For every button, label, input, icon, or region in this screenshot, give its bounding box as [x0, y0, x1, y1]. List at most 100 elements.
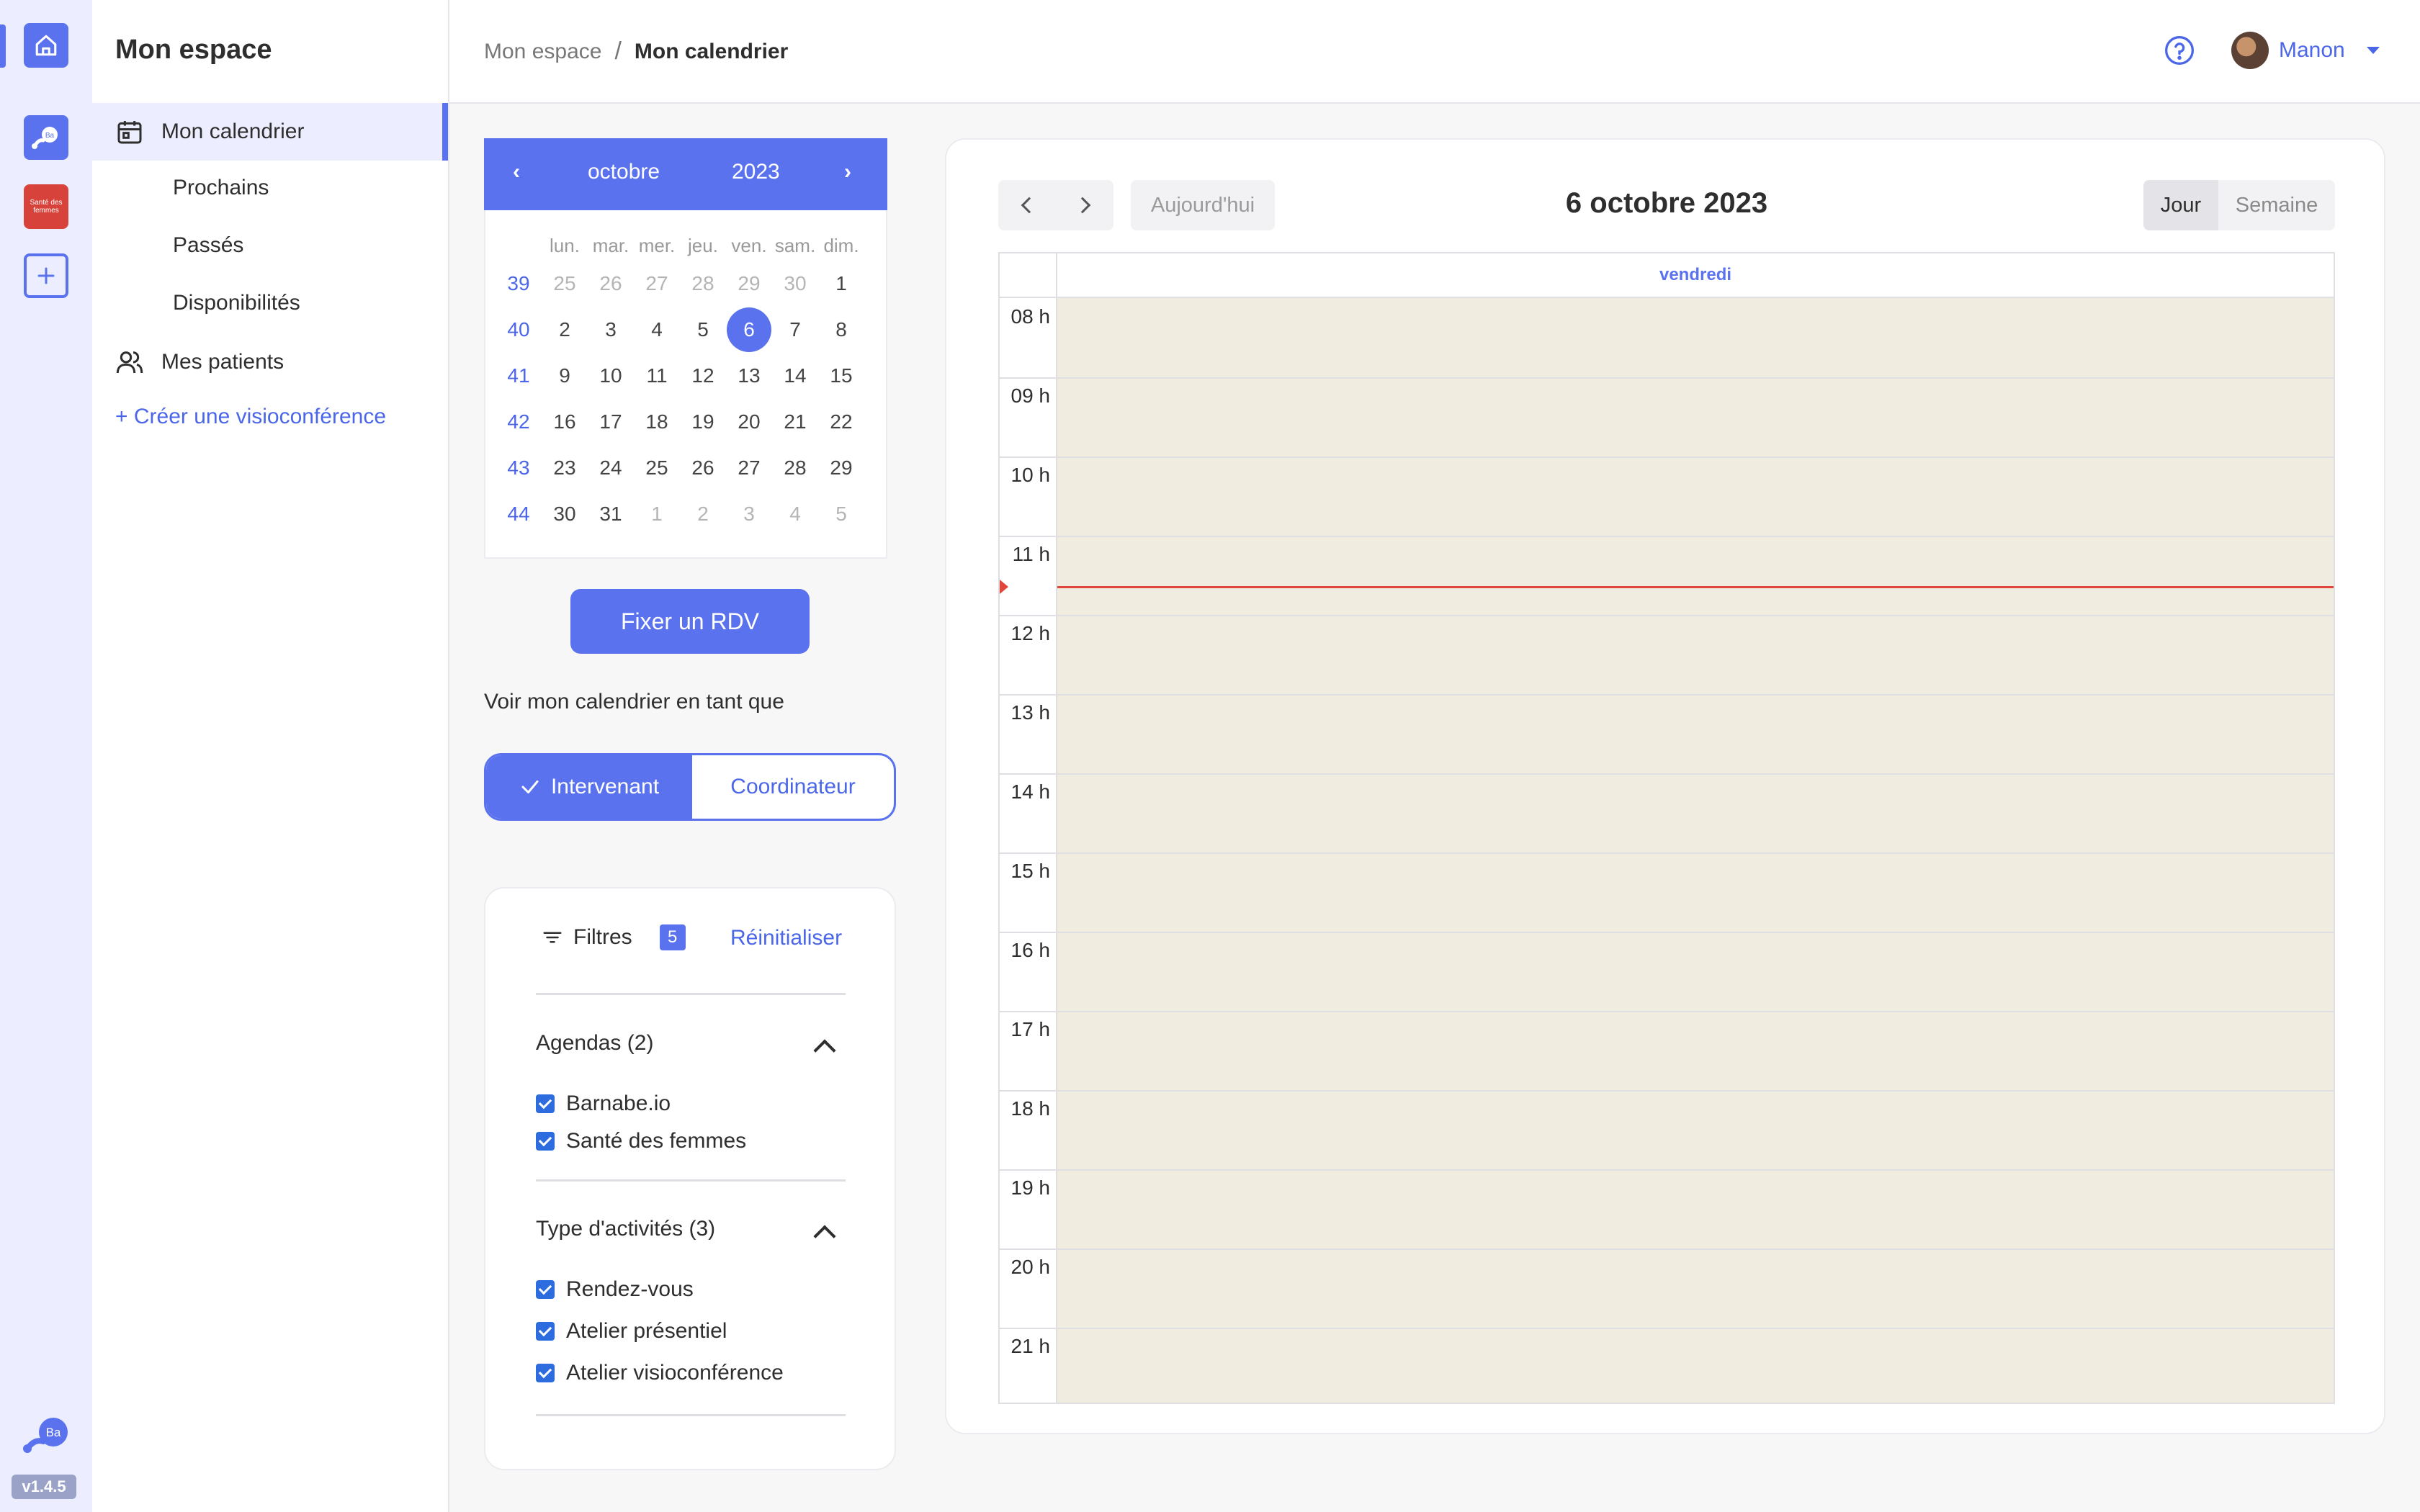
day-cell[interactable]: 29 — [818, 446, 864, 490]
week-number[interactable]: 43 — [496, 446, 542, 490]
day-cell[interactable]: 24 — [588, 446, 634, 490]
view-day-button[interactable]: Jour — [2143, 180, 2218, 230]
week-number[interactable]: 44 — [496, 492, 542, 536]
hour-divider — [1000, 932, 2334, 933]
week-number[interactable]: 41 — [496, 354, 542, 397]
day-cell[interactable]: 22 — [818, 400, 864, 444]
filter-option-sante-des-femmes[interactable]: Santé des femmes — [536, 1129, 746, 1153]
filter-option-barnabe[interactable]: Barnabe.io — [536, 1092, 671, 1116]
next-day-button[interactable] — [1056, 180, 1113, 230]
view-week-button[interactable]: Semaine — [2218, 180, 2335, 230]
day-cell[interactable]: 27 — [634, 262, 680, 305]
day-cell[interactable]: 5 — [818, 492, 864, 536]
day-cell[interactable]: 25 — [542, 262, 588, 305]
day-cell[interactable]: 2 — [680, 492, 726, 536]
mini-calendar-month[interactable]: octobre — [588, 160, 660, 184]
day-cell[interactable]: 17 — [588, 400, 634, 444]
sidebar-item-mon-calendrier[interactable]: Mon calendrier — [92, 103, 448, 161]
day-cell[interactable]: 21 — [772, 400, 818, 444]
fixer-rdv-button[interactable]: Fixer un RDV — [570, 589, 810, 654]
section-agendas-title[interactable]: Agendas (2) — [536, 1031, 653, 1056]
day-cell[interactable]: 11 — [634, 354, 680, 397]
day-cell[interactable]: 16 — [542, 400, 588, 444]
mini-calendar-year[interactable]: 2023 — [732, 160, 780, 184]
version-badge: v1.4.5 — [12, 1475, 76, 1499]
day-cell[interactable]: 7 — [772, 308, 818, 351]
breadcrumb-mon-espace[interactable]: Mon espace — [484, 40, 601, 64]
day-cell[interactable]: 4 — [634, 308, 680, 351]
sidebar-item-mes-patients[interactable]: Mes patients — [92, 333, 448, 391]
week-number[interactable]: 39 — [496, 262, 542, 305]
day-number: 11 — [646, 364, 668, 387]
day-cell[interactable]: 26 — [588, 262, 634, 305]
day-cell[interactable]: 27 — [726, 446, 772, 490]
checkbox-checked[interactable] — [536, 1322, 555, 1341]
day-cell[interactable]: 3 — [588, 308, 634, 351]
sidebar: Mon espace Mon calendrier Prochains Pass… — [92, 0, 449, 1512]
day-cell[interactable]: 30 — [542, 492, 588, 536]
create-visio-link[interactable]: + Créer une visioconférence — [115, 405, 386, 429]
day-cell[interactable]: 26 — [680, 446, 726, 490]
day-cell[interactable]: 6 — [726, 307, 772, 352]
day-cell[interactable]: 23 — [542, 446, 588, 490]
day-cell[interactable]: 4 — [772, 492, 818, 536]
day-cell[interactable]: 28 — [772, 446, 818, 490]
day-cell[interactable]: 25 — [634, 446, 680, 490]
day-cell[interactable]: 19 — [680, 400, 726, 444]
day-cell[interactable]: 31 — [588, 492, 634, 536]
sante-des-femmes-app-button[interactable]: Santé des femmes — [24, 184, 68, 229]
day-cell[interactable]: 5 — [680, 308, 726, 351]
user-menu[interactable]: Manon — [2231, 32, 2380, 69]
today-button[interactable]: Aujourd'hui — [1131, 180, 1275, 230]
checkbox-checked[interactable] — [536, 1094, 555, 1113]
day-cell[interactable]: 18 — [634, 400, 680, 444]
section-activites-title[interactable]: Type d'activités (3) — [536, 1217, 715, 1241]
filters-reset-link[interactable]: Réinitialiser — [730, 926, 842, 950]
prev-day-button[interactable] — [998, 180, 1056, 230]
help-circle-icon[interactable] — [2164, 35, 2195, 66]
hour-label: 20 h — [1010, 1256, 1051, 1278]
week-number[interactable]: 42 — [496, 400, 542, 444]
sidebar-item-prochains[interactable]: Prochains — [173, 176, 269, 200]
day-number: 29 — [738, 272, 761, 294]
day-cell[interactable]: 2 — [542, 308, 588, 351]
filter-option-rendez-vous[interactable]: Rendez-vous — [536, 1277, 694, 1302]
hour-divider — [1000, 852, 2334, 854]
sidebar-item-disponibilites[interactable]: Disponibilités — [173, 291, 300, 315]
day-cell[interactable]: 30 — [772, 262, 818, 305]
day-cell[interactable]: 12 — [680, 354, 726, 397]
day-cell[interactable]: 3 — [726, 492, 772, 536]
day-number: 1 — [835, 272, 847, 294]
add-app-button[interactable] — [24, 253, 68, 298]
day-cell[interactable]: 10 — [588, 354, 634, 397]
checkbox-checked[interactable] — [536, 1280, 555, 1299]
week-number[interactable]: 40 — [496, 308, 542, 351]
checkbox-checked[interactable] — [536, 1132, 555, 1151]
current-time-line — [1057, 586, 2334, 588]
role-intervenant-button[interactable]: Intervenant — [486, 755, 692, 819]
day-cell[interactable]: 13 — [726, 354, 772, 397]
chevron-up-icon[interactable] — [813, 1039, 836, 1062]
filter-option-atelier-visio[interactable]: Atelier visioconférence — [536, 1361, 784, 1385]
checkbox-checked[interactable] — [536, 1364, 555, 1382]
sidebar-item-passes[interactable]: Passés — [173, 233, 243, 258]
day-cell[interactable]: 1 — [818, 262, 864, 305]
day-cell[interactable]: 15 — [818, 354, 864, 397]
chevron-down-icon — [2366, 47, 2380, 54]
role-coordinateur-button[interactable]: Coordinateur — [692, 755, 894, 819]
day-cell[interactable]: 9 — [542, 354, 588, 397]
hour-divider — [1000, 773, 2334, 775]
chevron-up-icon[interactable] — [813, 1225, 836, 1248]
day-cell[interactable]: 8 — [818, 308, 864, 351]
filter-option-atelier-presentiel[interactable]: Atelier présentiel — [536, 1319, 727, 1344]
barnabe-app-button[interactable]: Ba — [24, 115, 68, 160]
day-cell[interactable]: 14 — [772, 354, 818, 397]
day-column[interactable] — [1057, 298, 2334, 1403]
mini-calendar-prev-button[interactable]: ‹ — [513, 160, 520, 184]
day-cell[interactable]: 28 — [680, 262, 726, 305]
mini-calendar-next-button[interactable]: › — [844, 160, 851, 184]
home-button[interactable] — [24, 23, 68, 68]
day-cell[interactable]: 20 — [726, 400, 772, 444]
day-cell[interactable]: 1 — [634, 492, 680, 536]
day-cell[interactable]: 29 — [726, 262, 772, 305]
